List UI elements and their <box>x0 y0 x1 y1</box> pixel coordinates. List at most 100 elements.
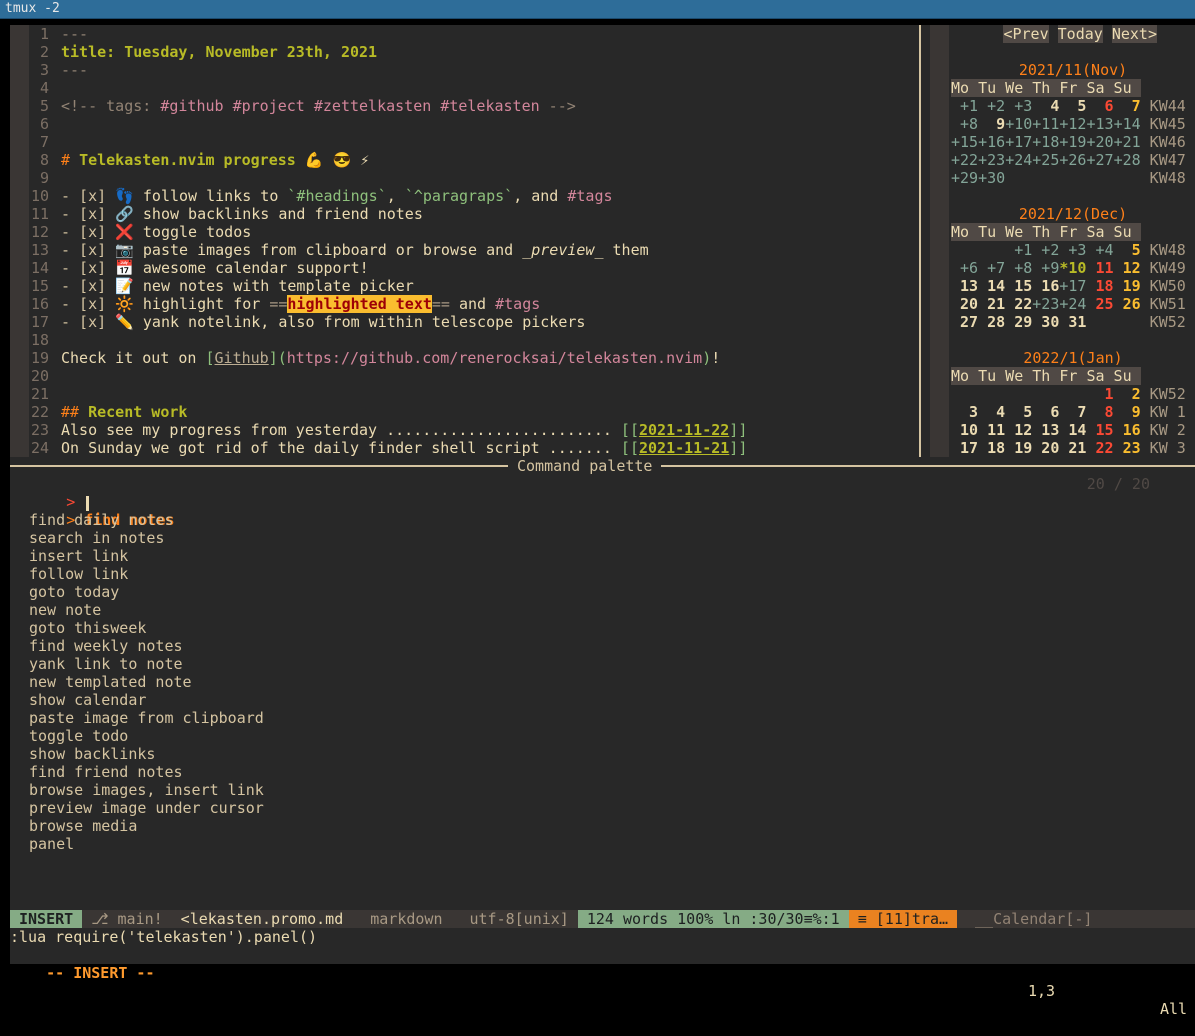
calendar-day[interactable]: 21 <box>978 295 1005 313</box>
palette-item-selected[interactable]: >find notes <box>10 493 1195 511</box>
editor-line[interactable]: 5<!-- tags: #github #project #zettelkast… <box>10 97 919 115</box>
editor-line[interactable]: 4 <box>10 79 919 97</box>
palette-item[interactable]: insert link <box>10 547 1195 565</box>
palette-item[interactable]: find weekly notes <box>10 637 1195 655</box>
calendar-day[interactable]: +16 <box>978 133 1005 151</box>
calendar-day[interactable]: +10 <box>1005 115 1032 133</box>
calendar-day[interactable]: +21 <box>1114 133 1141 151</box>
palette-item[interactable]: goto today <box>10 583 1195 601</box>
calendar-day[interactable]: +12 <box>1059 115 1086 133</box>
command-line[interactable]: :lua require('telekasten').panel() <box>10 928 1195 946</box>
calendar-day[interactable]: 19 <box>1114 277 1141 295</box>
palette-item[interactable]: browse images, insert link <box>10 781 1195 799</box>
palette-item[interactable]: goto thisweek <box>10 619 1195 637</box>
calendar-day[interactable]: +18 <box>1032 133 1059 151</box>
calendar-day[interactable]: 20 <box>1032 439 1059 457</box>
calendar-day[interactable]: +15 <box>951 133 978 151</box>
calendar-day[interactable]: +8 <box>951 115 978 133</box>
calendar-day[interactable]: +24 <box>1059 295 1086 313</box>
calendar-day[interactable]: 9 <box>978 115 1005 133</box>
editor-line[interactable]: 12- [x] ❌ toggle todos <box>10 223 919 241</box>
editor-line[interactable]: 22## Recent work <box>10 403 919 421</box>
palette-item[interactable]: new templated note <box>10 673 1195 691</box>
calendar-day[interactable]: 15 <box>1005 277 1032 295</box>
calendar-day[interactable]: 18 <box>1086 277 1113 295</box>
editor-line[interactable]: 24On Sunday we got rid of the daily find… <box>10 439 919 457</box>
editor-line[interactable]: 3--- <box>10 61 919 79</box>
calendar-day[interactable]: +9 <box>1032 259 1059 277</box>
calendar-day[interactable]: +27 <box>1086 151 1113 169</box>
calendar-day[interactable]: *10 <box>1059 259 1086 277</box>
calendar-prev-button[interactable]: <Prev <box>1003 25 1048 43</box>
calendar-day[interactable]: +23 <box>978 151 1005 169</box>
editor-line[interactable]: 10- [x] 👣 follow links to `#headings`, `… <box>10 187 919 205</box>
window-titlebar[interactable]: tmux -2 <box>0 0 1195 19</box>
calendar-day[interactable]: 31 <box>1059 313 1086 331</box>
calendar-day[interactable]: +17 <box>1059 277 1086 295</box>
calendar-day[interactable]: +14 <box>1114 115 1141 133</box>
calendar-day[interactable]: 10 <box>951 421 978 439</box>
calendar-day[interactable]: +6 <box>951 259 978 277</box>
calendar-day[interactable]: 20 <box>951 295 978 313</box>
palette-item[interactable]: yank link to note <box>10 655 1195 673</box>
editor-pane[interactable]: 1---2title: Tuesday, November 23th, 2021… <box>10 25 919 457</box>
calendar-day[interactable]: 1 <box>1086 385 1113 403</box>
calendar-day[interactable]: +29 <box>951 169 978 187</box>
calendar-day[interactable]: +24 <box>1005 151 1032 169</box>
calendar-day[interactable]: 14 <box>978 277 1005 295</box>
calendar-day[interactable]: 13 <box>1032 421 1059 439</box>
calendar-day[interactable]: +22 <box>951 151 978 169</box>
editor-line[interactable]: 11- [x] 🔗 show backlinks and friend note… <box>10 205 919 223</box>
calendar-day[interactable]: +7 <box>978 259 1005 277</box>
calendar-day[interactable]: 15 <box>1086 421 1113 439</box>
palette-item[interactable]: show backlinks <box>10 745 1195 763</box>
calendar-day[interactable]: +3 <box>1059 241 1086 259</box>
editor-line[interactable]: 19Check it out on [Github](https://githu… <box>10 349 919 367</box>
calendar-day[interactable]: +30 <box>978 169 1005 187</box>
palette-item[interactable]: panel <box>10 835 1195 853</box>
palette-item[interactable]: new note <box>10 601 1195 619</box>
calendar-day[interactable]: +3 <box>1005 97 1032 115</box>
editor-line[interactable]: 9 <box>10 169 919 187</box>
editor-line[interactable]: 7 <box>10 133 919 151</box>
calendar-day[interactable]: 27 <box>951 313 978 331</box>
editor-line[interactable]: 21 <box>10 385 919 403</box>
calendar-day[interactable]: 21 <box>1059 439 1086 457</box>
calendar-day[interactable]: +11 <box>1032 115 1059 133</box>
tab-indicator[interactable]: ≡ [11]tra… <box>849 910 957 928</box>
palette-item[interactable]: toggle todo <box>10 727 1195 745</box>
editor-line[interactable]: 8# Telekasten.nvim progress 💪 😎 ⚡ <box>10 151 919 169</box>
palette-item[interactable]: browse media <box>10 817 1195 835</box>
calendar-day[interactable]: +23 <box>1032 295 1059 313</box>
palette-item[interactable]: preview image under cursor <box>10 799 1195 817</box>
calendar-day[interactable]: +8 <box>1005 259 1032 277</box>
calendar-day[interactable]: +2 <box>1032 241 1059 259</box>
calendar-day[interactable]: 2 <box>1114 385 1141 403</box>
calendar-day[interactable]: 23 <box>1114 439 1141 457</box>
editor-line[interactable]: 15- [x] 📝 new notes with template picker <box>10 277 919 295</box>
palette-item[interactable]: search in notes <box>10 529 1195 547</box>
calendar-day[interactable]: +1 <box>1005 241 1032 259</box>
calendar-day[interactable]: +20 <box>1086 133 1113 151</box>
editor-line[interactable]: 6 <box>10 115 919 133</box>
calendar-today-button[interactable]: Today <box>1058 25 1103 43</box>
editor-line[interactable]: 14- [x] 📅 awesome calendar support! <box>10 259 919 277</box>
editor-line[interactable]: 13- [x] 📷 paste images from clipboard or… <box>10 241 919 259</box>
calendar-day[interactable]: 18 <box>978 439 1005 457</box>
calendar-day[interactable]: 3 <box>951 403 978 421</box>
calendar-day[interactable]: 7 <box>1059 403 1086 421</box>
calendar-day[interactable]: 12 <box>1005 421 1032 439</box>
calendar-day[interactable]: 5 <box>1114 241 1141 259</box>
calendar-day[interactable]: 30 <box>1032 313 1059 331</box>
calendar-day[interactable]: +25 <box>1032 151 1059 169</box>
calendar-day[interactable]: 6 <box>1086 97 1113 115</box>
calendar-day[interactable]: 16 <box>1032 277 1059 295</box>
calendar-day[interactable]: 7 <box>1114 97 1141 115</box>
calendar-day[interactable]: 22 <box>1005 295 1032 313</box>
calendar-day[interactable]: +4 <box>1086 241 1113 259</box>
calendar-day[interactable]: 14 <box>1059 421 1086 439</box>
palette-item[interactable]: find daily notes <box>10 511 1195 529</box>
calendar-day[interactable]: 26 <box>1114 295 1141 313</box>
calendar-day[interactable]: +13 <box>1086 115 1113 133</box>
calendar-day[interactable]: 11 <box>978 421 1005 439</box>
